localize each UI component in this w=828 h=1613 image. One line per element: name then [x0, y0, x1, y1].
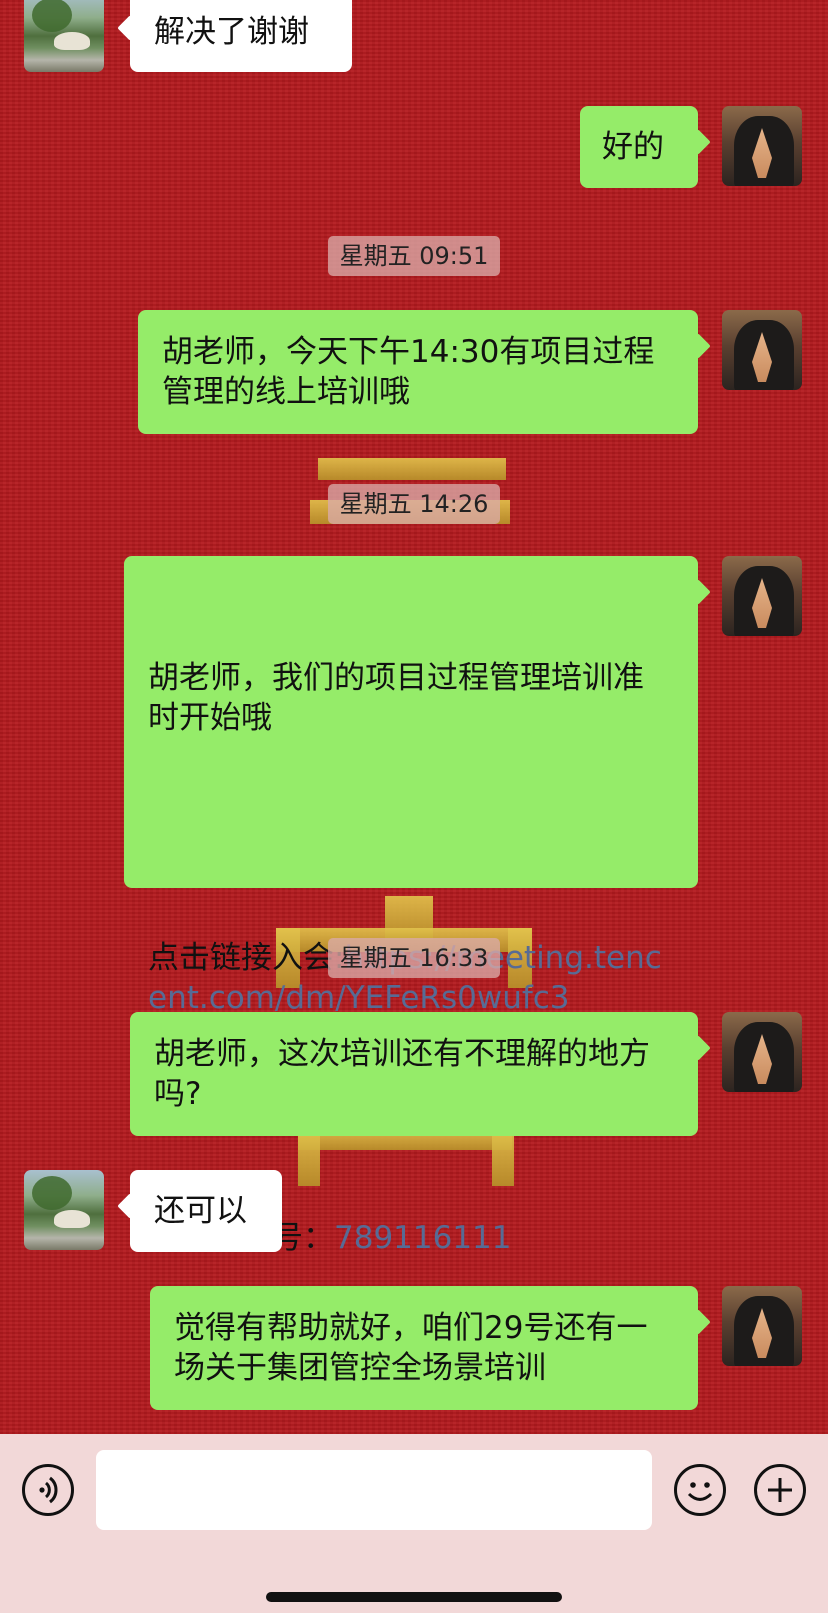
emoji-icon[interactable] — [674, 1464, 726, 1516]
timestamp: 星期五 16:33 — [0, 938, 828, 978]
chat-area[interactable]: 解决了谢谢 好的 星期五 09:51 胡老师，今天下午14:30有项目过程管理的… — [0, 0, 828, 1434]
avatar-contact[interactable] — [24, 0, 104, 72]
voice-icon[interactable] — [22, 1464, 74, 1516]
timestamp: 星期五 14:26 — [0, 484, 828, 524]
timestamp: 星期五 09:51 — [0, 236, 828, 276]
avatar-contact[interactable] — [24, 1170, 104, 1250]
calligraphy-stroke — [318, 458, 506, 480]
avatar-self[interactable] — [722, 556, 802, 636]
meeting-number[interactable]: 789116111 — [334, 1220, 512, 1256]
avatar-self[interactable] — [722, 1286, 802, 1366]
timestamp-label: 星期五 09:51 — [327, 236, 501, 276]
home-indicator[interactable] — [266, 1592, 562, 1602]
timestamp-label: 星期五 16:33 — [327, 938, 501, 978]
message-bubble[interactable]: 胡老师，这次培训还有不理解的地方吗? — [130, 1012, 698, 1136]
message-bubble[interactable]: 好的 — [580, 106, 698, 188]
timestamp-label: 星期五 14:26 — [327, 484, 501, 524]
message-bubble[interactable]: 胡老师，今天下午14:30有项目过程管理的线上培训哦 — [138, 310, 698, 434]
message-bubble[interactable]: 还可以 — [130, 1170, 282, 1252]
message-bubble[interactable]: 觉得有帮助就好，咱们29号还有一场关于集团管控全场景培训 — [150, 1286, 698, 1410]
plus-icon[interactable] — [754, 1464, 806, 1516]
message-bubble[interactable]: 解决了谢谢 — [130, 0, 352, 72]
message-input[interactable] — [96, 1450, 652, 1530]
avatar-self[interactable] — [722, 1012, 802, 1092]
avatar-self[interactable] — [722, 106, 802, 186]
avatar-self[interactable] — [722, 310, 802, 390]
message-bubble-meeting[interactable]: 胡老师，我们的项目过程管理培训准时开始哦 点击链接入会:https://meet… — [124, 556, 698, 1256]
input-bar — [0, 1434, 828, 1613]
message-text: 胡老师，我们的项目过程管理培训准时开始哦 — [148, 660, 644, 736]
